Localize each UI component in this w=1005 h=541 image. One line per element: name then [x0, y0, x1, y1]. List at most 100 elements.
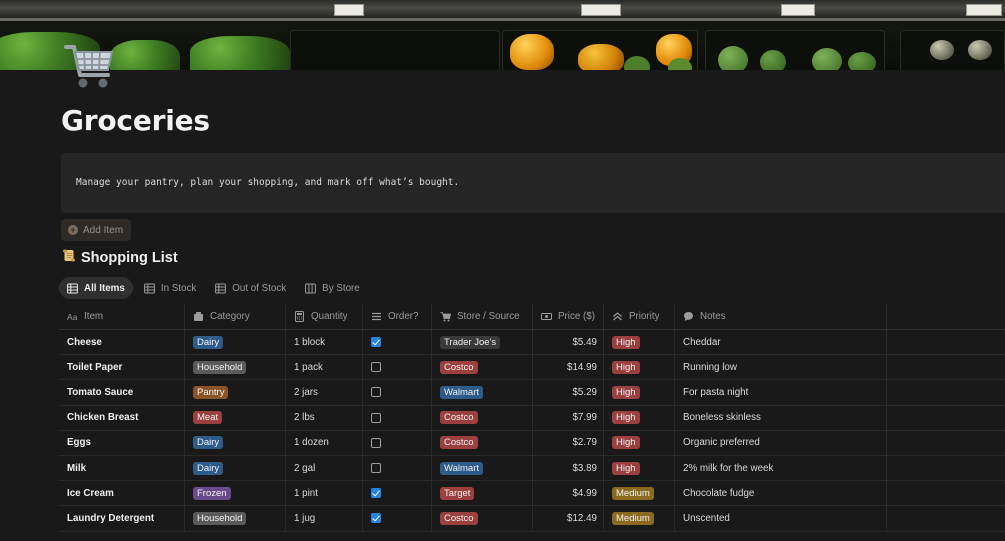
priority-cell[interactable]: High [604, 455, 675, 481]
table-row[interactable]: Chicken Breast Meat 2 lbs Costco $7.99 High Bo… [59, 405, 1005, 431]
table-row[interactable]: Toilet Paper Household 1 pack Costco $14.99 H… [59, 355, 1005, 381]
priority-cell[interactable]: High [604, 380, 675, 405]
price-cell[interactable]: $5.29 [533, 380, 604, 405]
table-row[interactable]: Cheese Dairy 1 block Trader Joe's $5.49 High C… [59, 330, 1005, 356]
price-cell[interactable]: $5.49 [533, 330, 604, 355]
notes-cell[interactable]: Chocolate fudge [675, 481, 887, 506]
table-row[interactable]: Ice Cream Frozen 1 pint Target $4.99 Medium Ch… [59, 481, 1005, 507]
column-header-item[interactable]: Aa Item [59, 304, 185, 329]
store-cell[interactable]: Costco [432, 506, 533, 531]
notes-cell[interactable]: Running low [675, 355, 887, 380]
order-checkbox[interactable] [371, 337, 381, 348]
store-cell[interactable]: Target [432, 481, 533, 506]
order-cell[interactable] [363, 506, 432, 531]
column-header-order[interactable]: Order? [363, 304, 432, 329]
category-cell[interactable]: Dairy [185, 455, 286, 481]
column-header-notes[interactable]: Notes [675, 304, 887, 329]
category-cell[interactable]: Household [185, 355, 286, 380]
column-header-quantity[interactable]: Quantity [286, 304, 363, 329]
order-checkbox[interactable] [371, 513, 381, 524]
cart-icon [440, 312, 451, 322]
shopping-cart-icon[interactable] [64, 41, 116, 93]
order-cell[interactable] [363, 380, 432, 405]
category-cell[interactable]: Dairy [185, 430, 286, 455]
notes-cell[interactable]: Organic preferred [675, 430, 887, 455]
item-name-cell[interactable]: Milk [59, 455, 185, 481]
priority-cell[interactable]: High [604, 330, 675, 355]
notes-cell[interactable]: For pasta night [675, 380, 887, 405]
quantity-cell[interactable]: 1 block [286, 330, 363, 355]
quantity-cell[interactable]: 2 lbs [286, 405, 363, 430]
table-icon [67, 283, 78, 293]
column-header-category[interactable]: Category [185, 304, 286, 329]
price-cell[interactable]: $12.49 [533, 506, 604, 531]
category-cell[interactable]: Meat [185, 405, 286, 430]
quantity-cell[interactable]: 1 pack [286, 355, 363, 380]
order-cell[interactable] [363, 430, 432, 455]
tab-all-items[interactable]: All Items [59, 277, 133, 299]
priority-cell[interactable]: Medium [604, 481, 675, 506]
category-cell[interactable]: Dairy [185, 330, 286, 355]
store-cell[interactable]: Walmart [432, 455, 533, 481]
price-cell[interactable]: $4.99 [533, 481, 604, 506]
priority-cell[interactable]: High [604, 430, 675, 455]
empty-cell [887, 481, 1005, 505]
column-header-price[interactable]: Price ($) [533, 304, 604, 329]
order-checkbox[interactable] [371, 362, 381, 373]
quantity-cell[interactable]: 2 jars [286, 380, 363, 405]
priority-cell[interactable]: High [604, 405, 675, 430]
notes-cell[interactable]: Unscented [675, 506, 887, 531]
store-cell[interactable]: Costco [432, 430, 533, 455]
order-cell[interactable] [363, 481, 432, 506]
order-checkbox[interactable] [371, 488, 381, 499]
quantity-cell[interactable]: 1 pint [286, 481, 363, 506]
order-cell[interactable] [363, 405, 432, 430]
tab-out-of-stock[interactable]: Out of Stock [207, 277, 294, 299]
priority-cell[interactable]: Medium [604, 506, 675, 531]
bin-decoration [290, 30, 500, 70]
store-cell[interactable]: Costco [432, 355, 533, 380]
table-row[interactable]: Eggs Dairy 1 dozen Costco $2.79 High Organic p… [59, 430, 1005, 456]
add-item-button[interactable]: + Add Item [61, 219, 132, 241]
item-name-cell[interactable]: Chicken Breast [59, 405, 185, 430]
item-name-cell[interactable]: Tomato Sauce [59, 380, 185, 405]
item-name-cell[interactable]: Cheese [59, 330, 185, 355]
quantity-cell[interactable]: 2 gal [286, 455, 363, 481]
price-cell[interactable]: $7.99 [533, 405, 604, 430]
order-checkbox[interactable] [371, 387, 381, 398]
order-checkbox[interactable] [371, 412, 381, 423]
column-header-priority[interactable]: Priority [604, 304, 675, 329]
quantity-cell[interactable]: 1 jug [286, 506, 363, 531]
item-name-cell[interactable]: Eggs [59, 430, 185, 455]
category-cell[interactable]: Pantry [185, 380, 286, 405]
order-checkbox[interactable] [371, 463, 381, 474]
price-cell[interactable]: $2.79 [533, 430, 604, 455]
store-tag: Target [440, 486, 475, 500]
column-header-store[interactable]: Store / Source [432, 304, 533, 329]
table-row[interactable]: Tomato Sauce Pantry 2 jars Walmart $5.29 High… [59, 380, 1005, 406]
table-row[interactable]: Milk Dairy 2 gal Walmart $3.89 High 2% milk fo… [59, 455, 1005, 482]
description-text: Manage your pantry, plan your shopping, … [76, 177, 460, 188]
notes-cell[interactable]: Boneless skinless [675, 405, 887, 430]
table-row[interactable]: Laundry Detergent Household 1 jug Costco $12… [59, 506, 1005, 532]
store-cell[interactable]: Trader Joe's [432, 330, 533, 355]
order-cell[interactable] [363, 355, 432, 380]
notes-cell[interactable]: Cheddar [675, 330, 887, 355]
category-cell[interactable]: Frozen [185, 481, 286, 506]
item-name-cell[interactable]: Laundry Detergent [59, 506, 185, 531]
price-cell[interactable]: $14.99 [533, 355, 604, 380]
priority-cell[interactable]: High [604, 355, 675, 380]
price-cell[interactable]: $3.89 [533, 455, 604, 481]
store-cell[interactable]: Costco [432, 405, 533, 430]
category-cell[interactable]: Household [185, 506, 286, 531]
notes-cell[interactable]: 2% milk for the week [675, 455, 887, 481]
tab-in-stock[interactable]: In Stock [136, 277, 204, 299]
store-cell[interactable]: Walmart [432, 380, 533, 405]
order-cell[interactable] [363, 455, 432, 481]
order-cell[interactable] [363, 330, 432, 355]
item-name-cell[interactable]: Toilet Paper [59, 355, 185, 380]
quantity-cell[interactable]: 1 dozen [286, 430, 363, 455]
tab-by-store[interactable]: By Store [297, 277, 368, 299]
item-name-cell[interactable]: Ice Cream [59, 481, 185, 506]
order-checkbox[interactable] [371, 437, 381, 448]
